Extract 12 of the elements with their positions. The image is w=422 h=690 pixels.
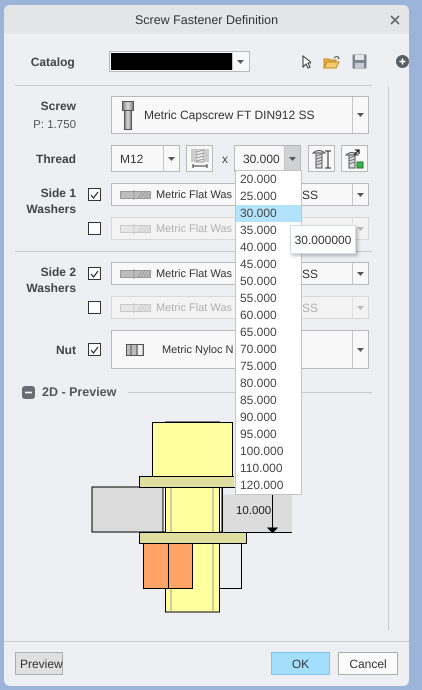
window-title: Screw Fastener Definition xyxy=(134,12,278,26)
field-label: Thread xyxy=(34,152,76,166)
field-label: Side 1 Washers xyxy=(25,185,76,217)
section-title: 2D - Preview xyxy=(42,385,116,399)
pitch-value: P: 1.750 xyxy=(33,119,76,131)
dimension-label: 10.000 xyxy=(236,505,272,517)
multiply-sign: x xyxy=(222,152,228,166)
field-label: Catalog xyxy=(30,54,75,68)
field-label: Screw xyxy=(40,99,76,113)
tooltip: 30.000000 xyxy=(290,225,356,254)
field-label: Nut xyxy=(55,342,76,356)
field-label: Side 2 Washers xyxy=(25,264,76,296)
